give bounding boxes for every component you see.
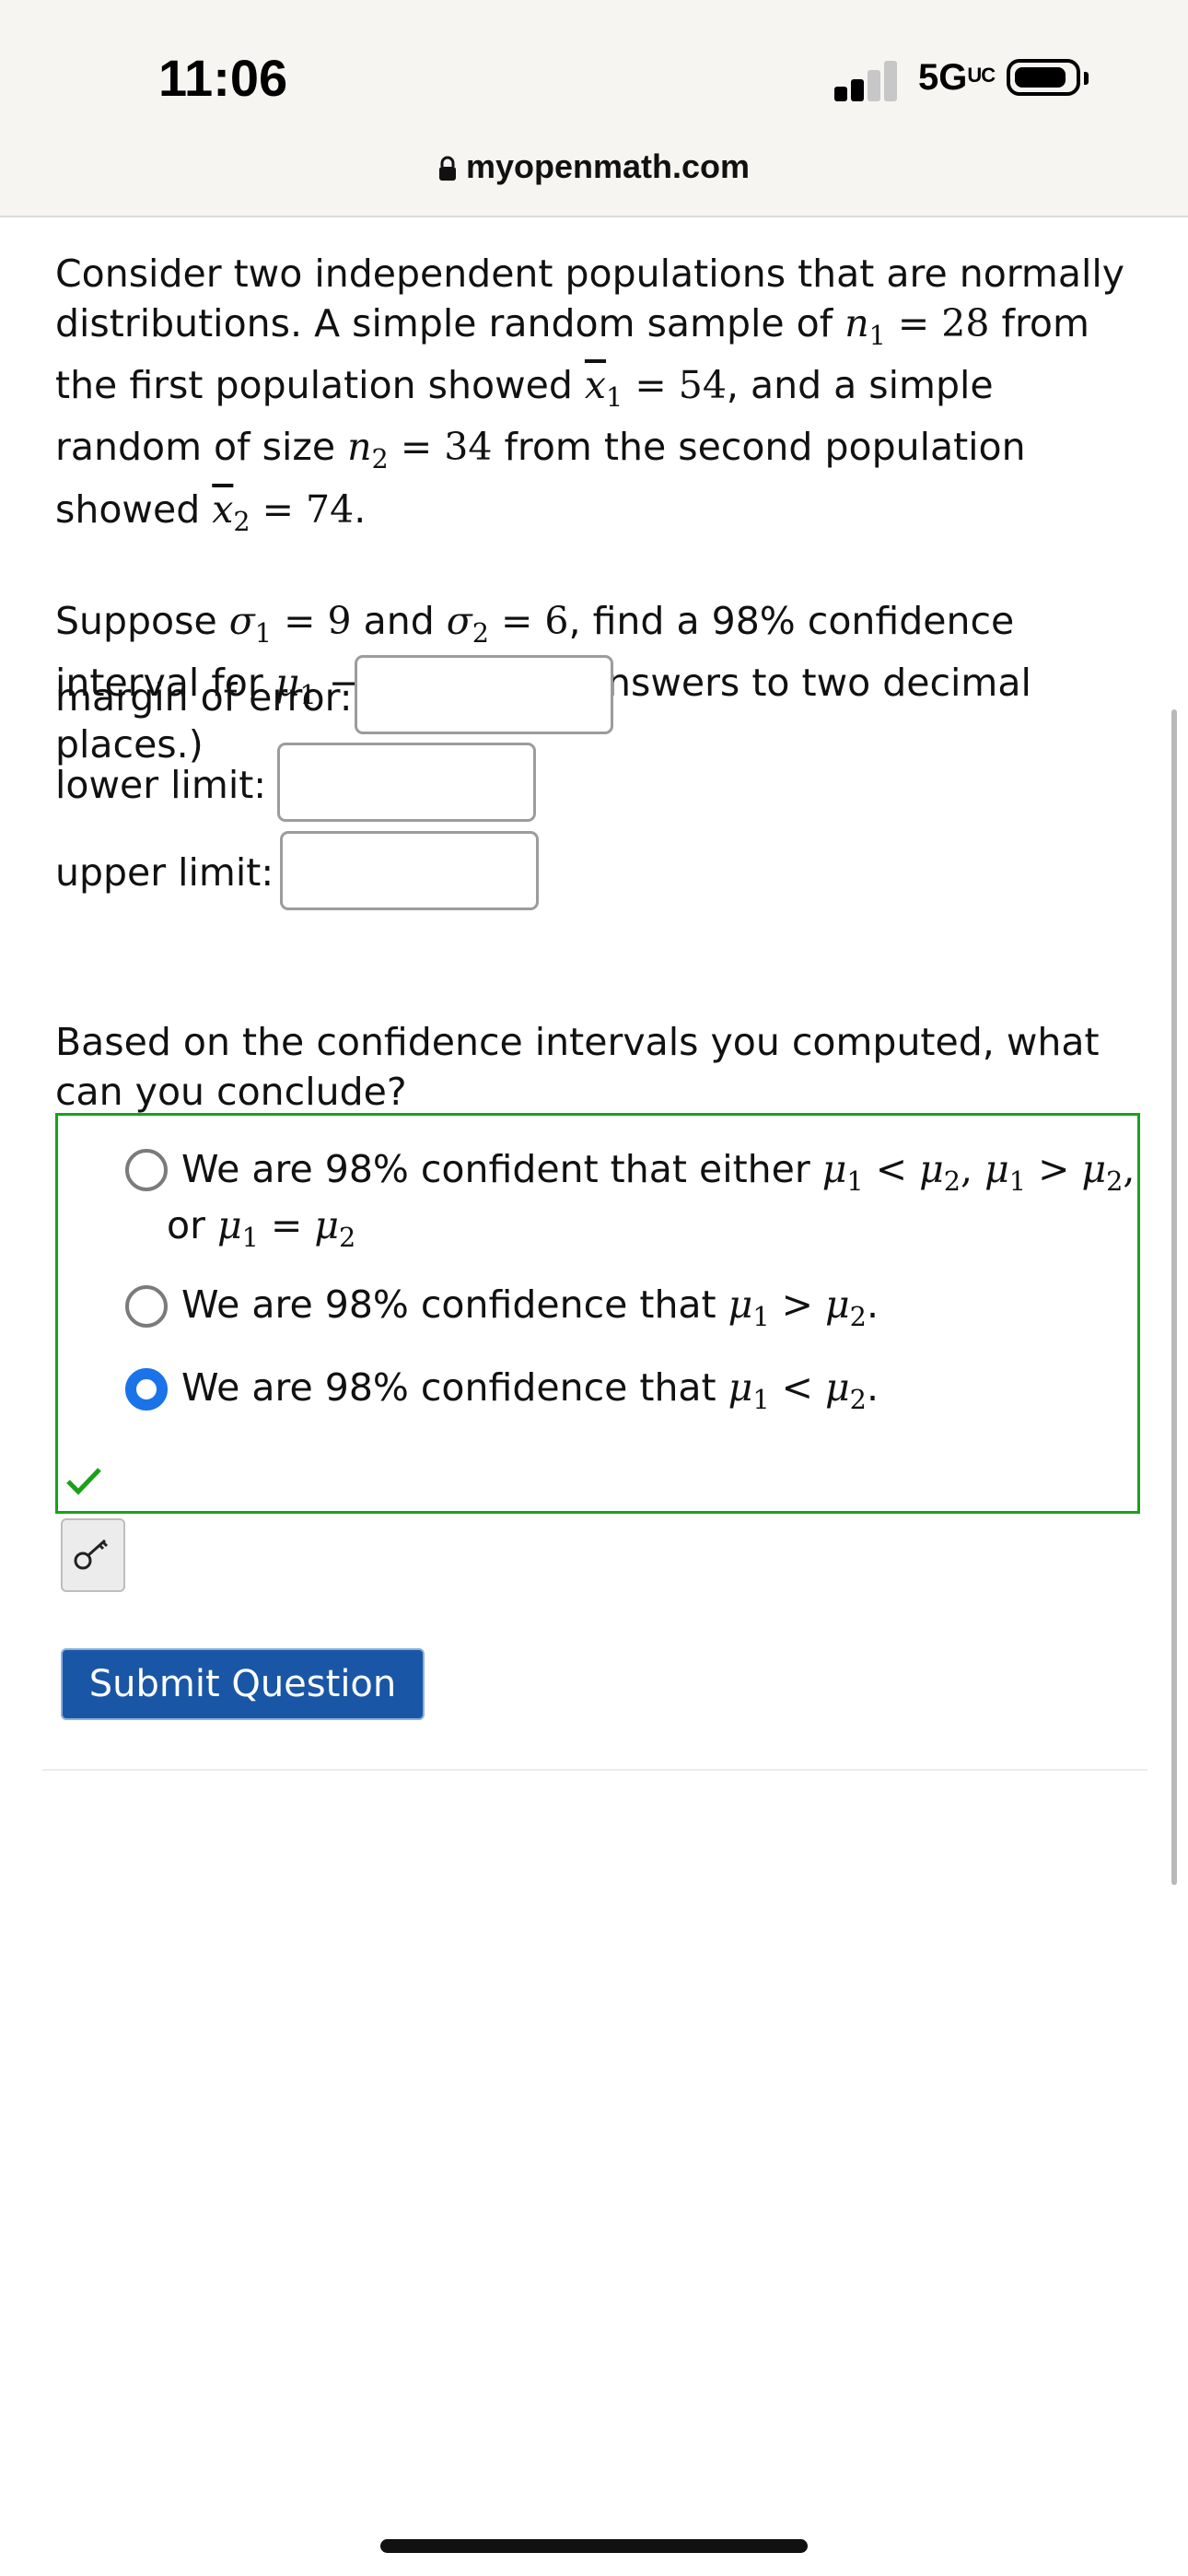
option-3-label[interactable]: We are 98% confidence that μ1 < μ2. bbox=[181, 1363, 879, 1424]
battery-icon bbox=[1007, 59, 1080, 96]
conclusion-prompt: Based on the confidence intervals you co… bbox=[55, 1020, 1100, 1114]
upper-limit-label: upper limit: bbox=[55, 850, 274, 895]
key-button[interactable] bbox=[61, 1518, 125, 1592]
browser-top-bar: 11:06 5GUC myopenmath.com bbox=[0, 0, 1188, 217]
margin-of-error-input[interactable] bbox=[355, 655, 613, 734]
radio-option-2[interactable] bbox=[125, 1285, 168, 1328]
question-paragraph-1: Consider two independent populations tha… bbox=[55, 252, 1125, 537]
network-indicator: 5GUC bbox=[918, 57, 996, 98]
correct-check-icon bbox=[66, 1468, 101, 1495]
option-1-line-2[interactable]: or μ1 = μ2 bbox=[167, 1200, 355, 1262]
upper-limit-input[interactable] bbox=[280, 831, 539, 910]
url-domain: myopenmath.com bbox=[465, 147, 751, 185]
submit-question-button[interactable]: Submit Question bbox=[61, 1648, 425, 1720]
url-bar[interactable]: myopenmath.com bbox=[0, 147, 1188, 186]
radio-option-1[interactable] bbox=[125, 1149, 168, 1191]
lower-limit-input[interactable] bbox=[277, 743, 536, 822]
status-time: 11:06 bbox=[158, 49, 288, 107]
lock-icon bbox=[438, 156, 456, 181]
home-indicator[interactable] bbox=[380, 2539, 808, 2553]
lower-limit-label: lower limit: bbox=[55, 763, 267, 807]
margin-of-error-label: margin of error: bbox=[55, 675, 353, 720]
option-1-line-1[interactable]: We are 98% confident that either μ1 < μ2… bbox=[181, 1144, 1135, 1206]
section-divider bbox=[42, 1769, 1147, 1771]
option-2-label[interactable]: We are 98% confidence that μ1 > μ2. bbox=[181, 1280, 879, 1341]
signal-icon bbox=[834, 61, 899, 101]
page-scrollbar[interactable] bbox=[1171, 709, 1177, 1885]
answer-options-box: We are 98% confident that either μ1 < μ2… bbox=[55, 1113, 1140, 1514]
battery-tip bbox=[1084, 72, 1089, 85]
key-icon bbox=[74, 1539, 109, 1570]
radio-option-3-selected[interactable] bbox=[125, 1368, 168, 1411]
